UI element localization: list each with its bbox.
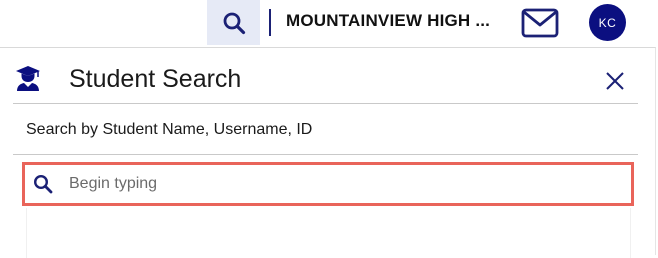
- close-icon: [606, 72, 624, 90]
- close-button[interactable]: [604, 70, 626, 92]
- search-results-area: [26, 208, 631, 258]
- student-search-panel: Student Search Search by Student Name, U…: [0, 47, 656, 258]
- student-graduate-icon: [16, 66, 40, 91]
- search-icon: [223, 12, 245, 34]
- school-selector[interactable]: MOUNTAINVIEW HIGH ...: [286, 11, 490, 31]
- search-icon: [33, 174, 53, 194]
- divider: [13, 154, 638, 155]
- top-navigation-bar: MOUNTAINVIEW HIGH ... KC: [0, 0, 658, 46]
- header-divider: [269, 9, 271, 36]
- global-search-button[interactable]: [207, 0, 260, 45]
- student-search-input[interactable]: [69, 169, 609, 199]
- mail-icon: [521, 8, 559, 38]
- student-search-field[interactable]: [22, 162, 634, 206]
- panel-title: Student Search: [69, 65, 242, 93]
- divider: [13, 103, 638, 104]
- search-instructions: Search by Student Name, Username, ID: [26, 121, 313, 138]
- user-avatar[interactable]: KC: [589, 4, 626, 41]
- messages-button[interactable]: [521, 8, 559, 38]
